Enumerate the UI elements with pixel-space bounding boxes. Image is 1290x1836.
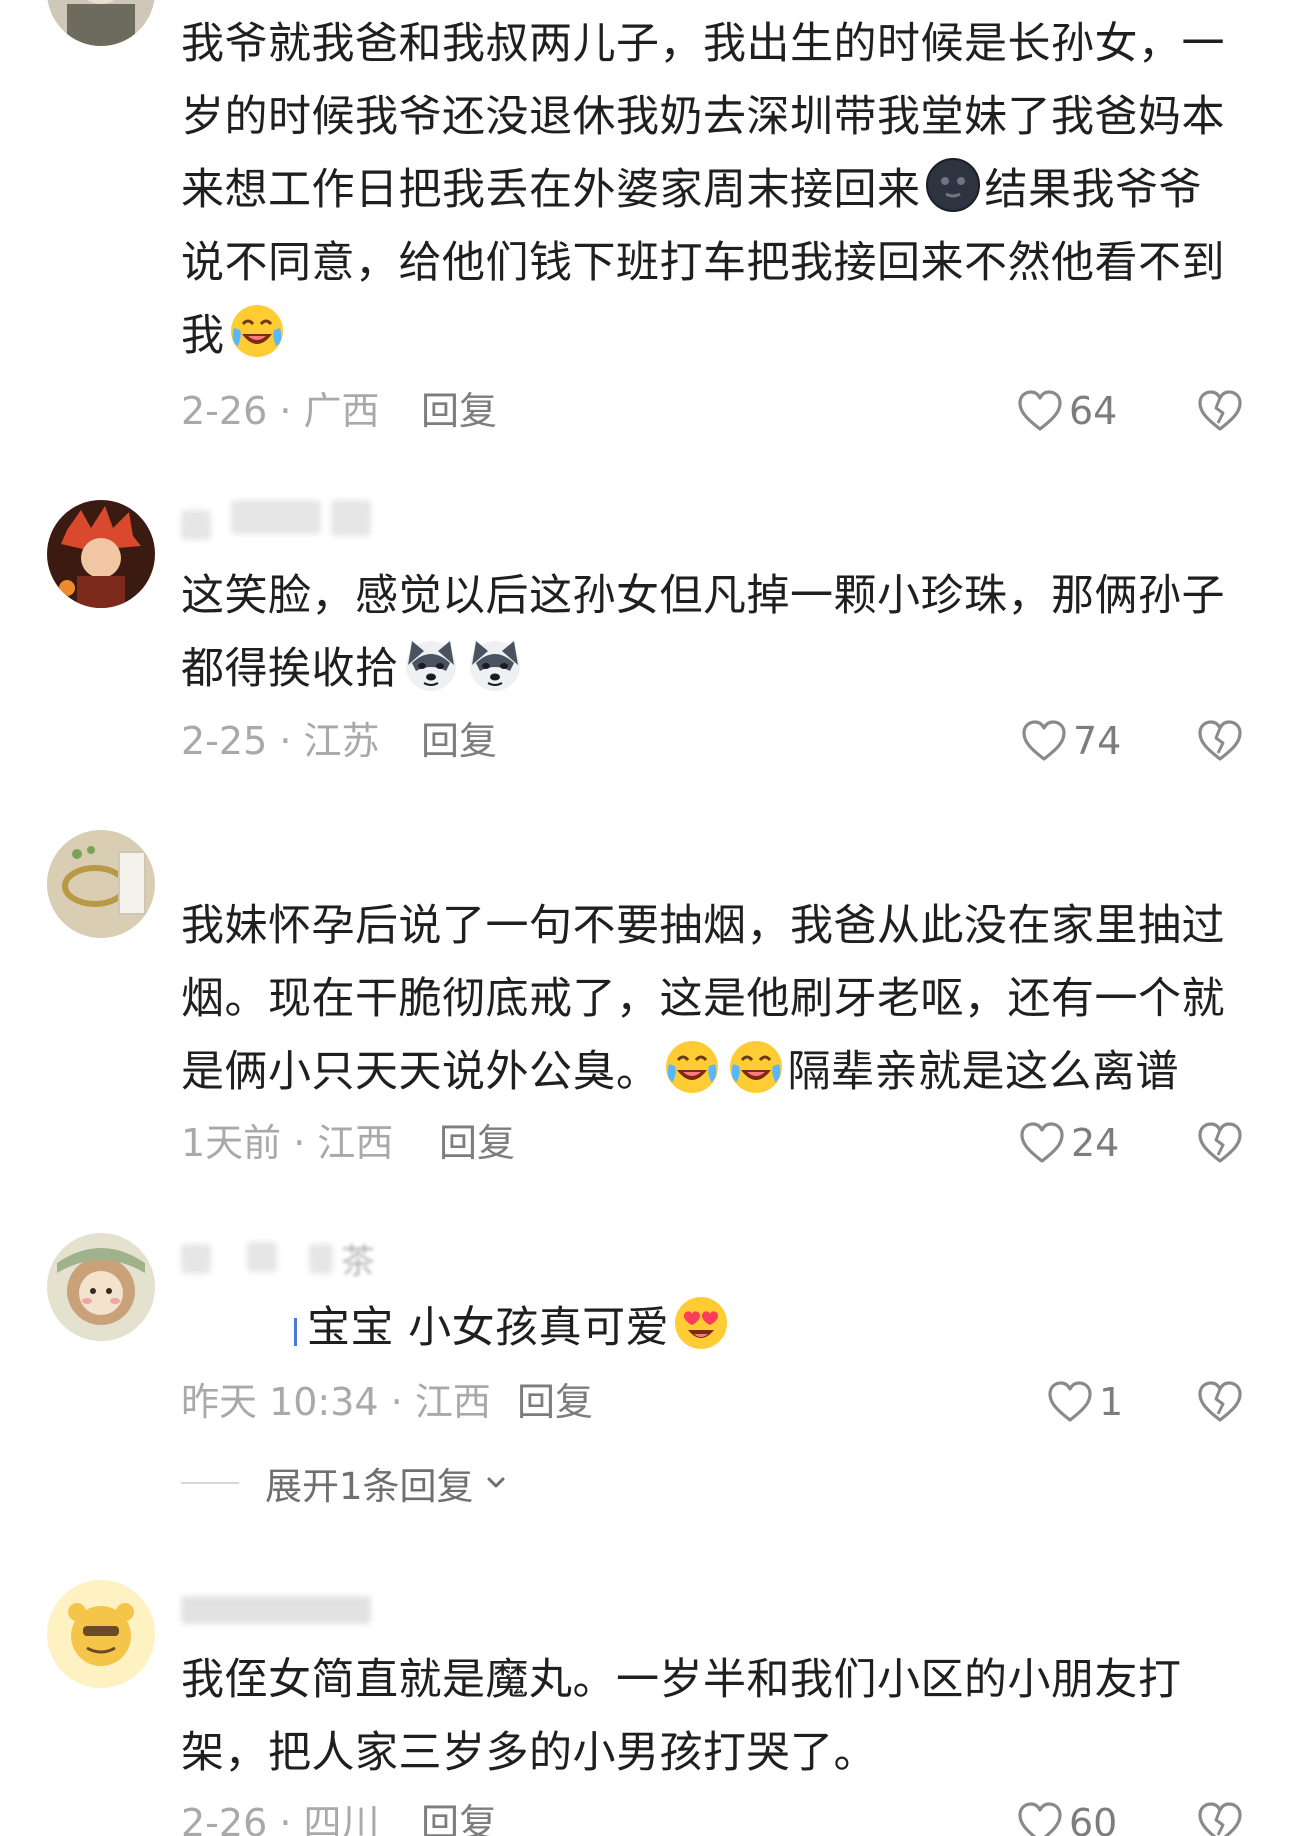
comment-line: 岁的时候我爷还没退休我奶去深圳带我堂妹了我爸妈本 [181,92,1225,142]
heart-icon [1022,720,1066,761]
heart-icon [1020,1122,1064,1163]
chevron-down-icon [484,1471,508,1495]
comment-meta: 2-25 · 江苏 回复 74 [181,716,1251,766]
time-location: 昨天 10:34 · 江西 [181,1380,491,1424]
broken-heart-icon [1198,1122,1242,1163]
comment-meta: 1天前 · 江西 回复 24 [181,1118,1251,1168]
like-count: 60 [1069,1801,1118,1836]
comment-line: 宝宝 小女孩真可爱 [294,1292,1194,1365]
like-count: 64 [1069,389,1118,433]
like-button[interactable]: 24 [1019,1118,1119,1168]
like-count: 1 [1099,1380,1124,1424]
broken-heart-icon [1198,1381,1242,1422]
comment-line: 我侄女简直就是魔丸。一岁半和我们小区的小朋友打 [181,1655,1182,1705]
comment-list[interactable]: 我爷就我爸和我叔两儿子，我出生的时候是长孙女，一 岁的时候我爷还没退休我奶去深圳… [0,0,1290,1836]
time-location: 2-26 · 广西 [181,389,380,433]
avatar[interactable] [47,500,155,608]
avatar-image [47,500,155,608]
expand-replies-label[interactable]: 展开1条回复 [265,1456,474,1510]
dislike-button[interactable] [1197,1118,1243,1168]
broken-heart-icon [1198,720,1242,761]
expand-replies[interactable]: 展开1条回复 [181,1458,508,1508]
like-count: 74 [1073,719,1122,763]
avatar-image [47,1580,155,1688]
like-count: 24 [1071,1121,1120,1165]
time-location: 1天前 · 江西 [181,1121,394,1165]
dark-moon-emoji-icon [924,156,982,214]
like-button[interactable]: 74 [1021,716,1121,766]
time-location: 2-25 · 江苏 [181,719,380,763]
reply-button[interactable]: 回复 [439,1118,515,1168]
comment-meta: 2-26 · 四川 回复 60 [181,1798,1251,1836]
dislike-button[interactable] [1197,716,1243,766]
comment-line: 来想工作日把我丢在外婆家周末接回来 结果我爷爷 [181,154,1251,227]
avatar[interactable] [47,1233,155,1341]
reply-button[interactable]: 回复 [421,386,497,436]
comment-line: 这笑脸，感觉以后这孙女但凡掉一颗小珍珠，那俩孙子 [181,571,1225,621]
comment-text: 我侄女简直就是魔丸。一岁半和我们小区的小朋友打 架，把人家三岁多的小男孩打哭了。 [181,1644,1251,1790]
heart-icon [1048,1381,1092,1422]
dislike-button[interactable] [1197,1798,1243,1836]
comment-line: 是俩小只天天说外公臭。 隔辈亲就是这么离谱 [181,1036,1251,1109]
avatar-image [47,830,155,938]
like-button[interactable]: 64 [1017,386,1117,436]
avatar[interactable] [47,830,155,938]
comment-line: 烟。现在干脆彻底戒了，这是他刷牙老呕，还有一个就 [181,974,1225,1024]
heart-icon [1018,390,1062,431]
avatar-image [47,0,155,46]
username[interactable] [181,1590,381,1630]
reply-button[interactable]: 回复 [517,1377,593,1427]
comment-text: 宝宝 小女孩真可爱 [294,1292,1194,1365]
husky-dog-emoji-icon [402,635,460,693]
reply-button[interactable]: 回复 [421,1798,497,1836]
username[interactable]: 茶 [181,1240,381,1282]
avatar-image [47,1233,155,1341]
broken-heart-icon [1198,1802,1242,1836]
divider [181,1482,239,1484]
comment-text: 我妹怀孕后说了一句不要抽烟，我爸从此没在家里抽过 烟。现在干脆彻底戒了，这是他刷… [181,890,1251,1109]
laughing-crying-emoji-icon [663,1038,721,1096]
comment-line: 架，把人家三岁多的小男孩打哭了。 [181,1728,877,1778]
username-text: 茶 [341,1242,375,1282]
like-button[interactable]: 60 [1017,1798,1117,1836]
husky-dog-emoji-icon [466,635,524,693]
dislike-button[interactable] [1197,1377,1243,1427]
username[interactable] [181,500,381,540]
comment-line: 都得挨收拾 [181,633,1251,706]
heart-icon [1018,1802,1062,1836]
comment-line: 我爷就我爸和我叔两儿子，我出生的时候是长孙女，一 [181,19,1225,69]
avatar[interactable] [47,1580,155,1688]
laughing-crying-emoji-icon [727,1038,785,1096]
like-button[interactable]: 1 [1047,1377,1123,1427]
text-cursor [294,1318,297,1346]
comment-meta: 2-26 · 广西 回复 64 [181,386,1251,436]
reply-button[interactable]: 回复 [421,716,497,766]
comment-text: 我爷就我爸和我叔两儿子，我出生的时候是长孙女，一 岁的时候我爷还没退休我奶去深圳… [181,8,1251,373]
comment-line: 说不同意，给他们钱下班打车把我接回来不然他看不到 [181,238,1225,288]
comment-line: 我妹怀孕后说了一句不要抽烟，我爸从此没在家里抽过 [181,901,1225,951]
broken-heart-icon [1198,390,1242,431]
laughing-crying-emoji-icon [228,302,286,360]
comment-text: 这笑脸，感觉以后这孙女但凡掉一颗小珍珠，那俩孙子 都得挨收拾 [181,560,1251,706]
avatar[interactable] [47,0,155,46]
heart-eyes-emoji-icon [672,1294,730,1352]
comment-meta: 昨天 10:34 · 江西 回复 1 [181,1377,1251,1427]
dislike-button[interactable] [1197,386,1243,436]
comment-line: 我 [181,300,1251,373]
time-location: 2-26 · 四川 [181,1801,380,1836]
